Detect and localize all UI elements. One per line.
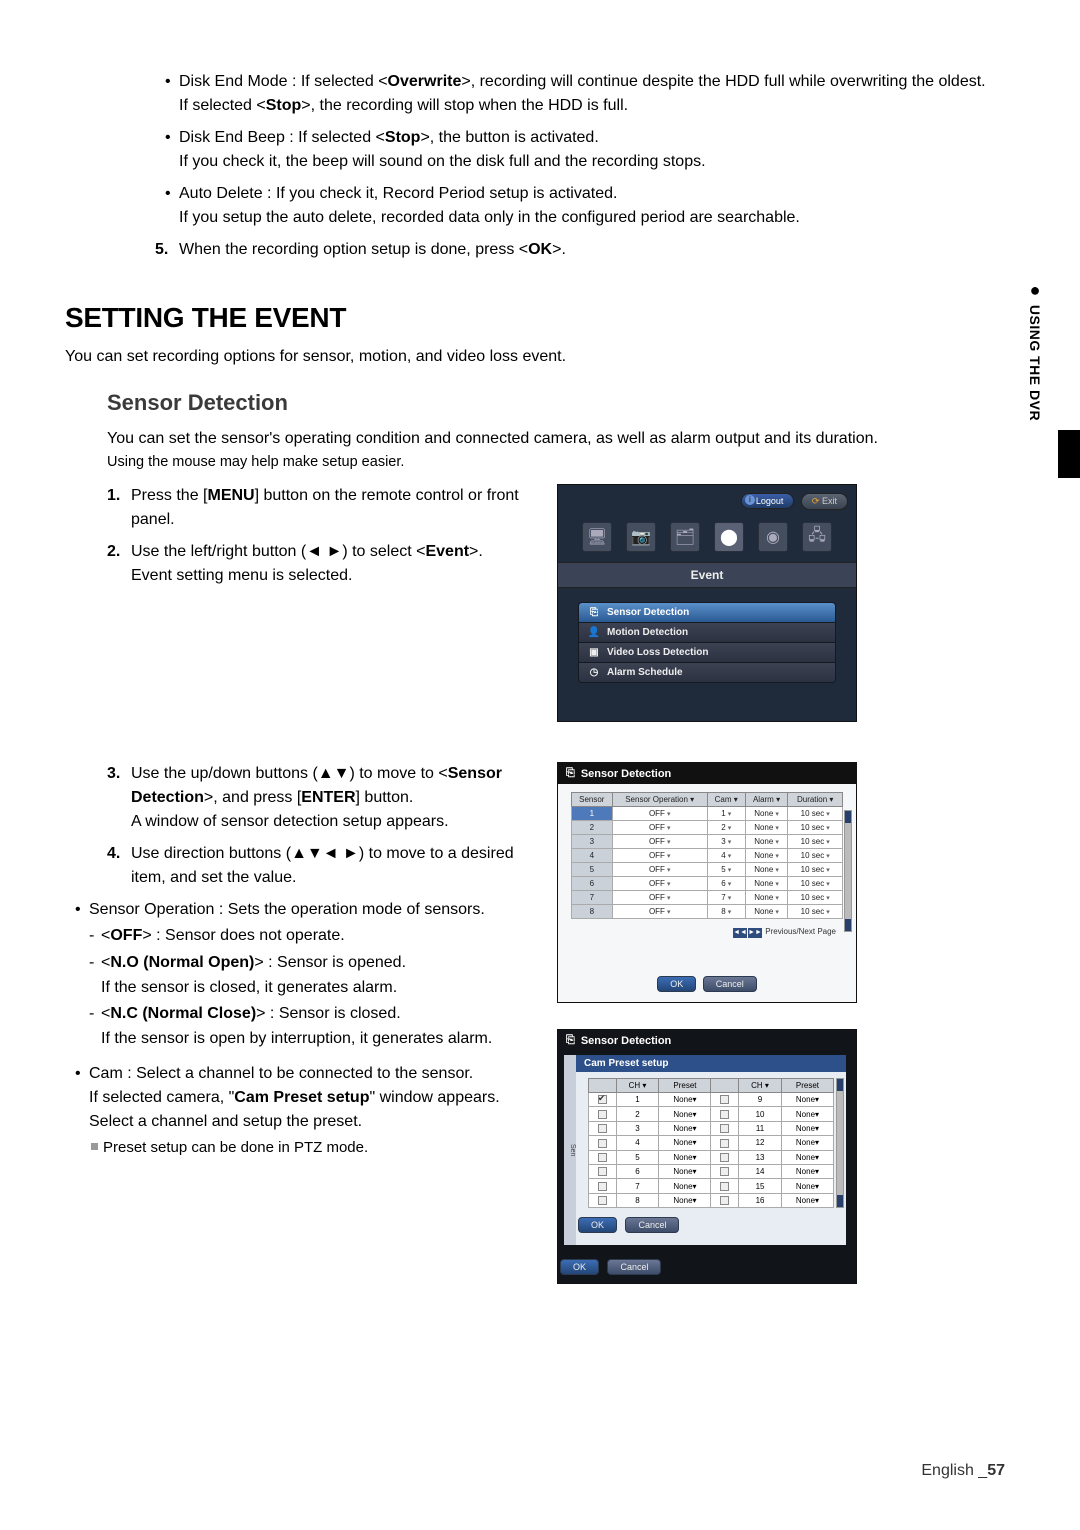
table-row[interactable]: 3None▾11None▾ [589,1121,834,1135]
camera-icon[interactable]: 📷 [626,522,656,552]
thumb-index-marker [1058,430,1080,478]
logout-button[interactable]: iLogout [741,493,795,509]
th-sensor-op[interactable]: Sensor Operation ▾ [612,793,707,807]
figure-cam-preset: ⎘Sensor Detection Sen Cam Preset setup C… [557,1029,857,1284]
step-5: 5. When the recording option setup is do… [155,238,1015,262]
figure-sensor-detection: ⎘Sensor Detection Sensor Sensor Operatio… [557,762,857,1003]
sensor-icon: ⎘ [566,1034,575,1047]
dash-off: <OFF> : Sensor does not operate. [65,924,527,949]
scrollbar[interactable] [836,1078,844,1208]
figure-event-menu: iLogout ⟳ Exit 🖥 📷 🗂 ⬤ ◉ 🖧 Event ⎘Sensor… [557,484,857,722]
mouse-hint: Using the mouse may help make setup easi… [107,454,1015,470]
th-alarm[interactable]: Alarm ▾ [745,793,788,807]
sensor-icon: ⎘ [566,767,575,780]
th-ch[interactable]: CH ▾ [616,1079,659,1093]
square-ptz-note: Preset setup can be done in PTZ mode. [65,1137,527,1160]
th-cam[interactable]: Cam ▾ [707,793,745,807]
dash-no-sub: If the sensor is closed, it generates al… [65,976,527,1001]
menu-motion-detection[interactable]: 👤Motion Detection [579,623,835,643]
outer-cancel-button[interactable]: Cancel [607,1259,661,1275]
table-row[interactable]: 5None▾13None▾ [589,1150,834,1164]
th-ch2[interactable]: CH ▾ [739,1079,782,1093]
table-row[interactable]: 1OFF▾1▾None▾10 sec▾ [572,807,843,821]
table-row[interactable]: 4OFF▾4▾None▾10 sec▾ [572,849,843,863]
table-row[interactable]: 8OFF▾8▾None▾10 sec▾ [572,905,843,919]
scrollbar[interactable] [844,810,852,932]
th-preset2[interactable]: Preset [781,1079,833,1093]
table-row[interactable]: 6None▾14None▾ [589,1164,834,1178]
menu-alarm-schedule[interactable]: ◷Alarm Schedule [579,663,835,682]
table-row[interactable]: 7OFF▾7▾None▾10 sec▾ [572,891,843,905]
bullet-disk-end-beep: Disk End Beep : If selected <Stop>, the … [155,126,1015,174]
side-label: Sen [564,1055,576,1245]
event-title: Event [558,562,856,588]
table-row[interactable]: 6OFF▾6▾None▾10 sec▾ [572,877,843,891]
table-row[interactable]: 4None▾12None▾ [589,1136,834,1150]
page-footer: English _57 [921,1462,1005,1480]
th-duration[interactable]: Duration ▾ [788,793,843,807]
th-sensor[interactable]: Sensor [572,793,613,807]
table-row[interactable]: 8None▾16None▾ [589,1193,834,1207]
bullet-auto-delete: Auto Delete : If you check it, Record Pe… [155,182,1015,230]
th-preset[interactable]: Preset [659,1079,711,1093]
step-1: 1. Press the [MENU] button on the remote… [107,484,527,532]
table-row[interactable]: 1None▾9None▾ [589,1093,834,1107]
step-3: 3. Use the up/down buttons (▲▼) to move … [107,762,527,834]
side-tab: ● USING THE DVR [1024,280,1045,421]
menu-sensor-detection[interactable]: ⎘Sensor Detection [579,603,835,623]
table-row[interactable]: 7None▾15None▾ [589,1179,834,1193]
table-row[interactable]: 2None▾10None▾ [589,1107,834,1121]
ok-button[interactable]: OK [578,1217,617,1233]
dash-no: <N.O (Normal Open)> : Sensor is opened. [65,951,527,976]
network-icon[interactable]: ◉ [758,522,788,552]
controller-icon[interactable]: 🖧 [802,522,832,552]
system-icon[interactable]: 🖥 [582,522,612,552]
ok-button[interactable]: OK [657,976,696,992]
table-row[interactable]: 3OFF▾3▾None▾10 sec▾ [572,835,843,849]
outer-ok-button[interactable]: OK [560,1259,599,1275]
event-icon[interactable]: ⬤ [714,522,744,552]
step-4: 4. Use direction buttons (▲▼◄ ►) to move… [107,842,527,890]
record-icon[interactable]: 🗂 [670,522,700,552]
heading-setting-the-event: SETTING THE EVENT [65,302,1015,334]
step-2: 2. Use the left/right button (◄ ►) to se… [107,540,527,588]
dash-nc-sub: If the sensor is open by interruption, i… [65,1027,527,1052]
menu-video-loss[interactable]: ▣Video Loss Detection [579,643,835,663]
next-page-button[interactable]: ►► [748,928,762,938]
prev-page-button[interactable]: ◄◄ [733,928,747,938]
bullet-disk-end-mode: Disk End Mode : If selected <Overwrite>,… [155,70,1015,118]
sensor-intro: You can set the sensor's operating condi… [107,430,1015,448]
bullet-cam: Cam : Select a channel to be connected t… [65,1062,527,1134]
table-row[interactable]: 2OFF▾2▾None▾10 sec▾ [572,821,843,835]
table-row[interactable]: 5OFF▾5▾None▾10 sec▾ [572,863,843,877]
pager: ◄◄►► Previous/Next Page [558,925,856,942]
cam-preset-title: Cam Preset setup [576,1055,846,1072]
sensor-table: Sensor Sensor Operation ▾ Cam ▾ Alarm ▾ … [571,792,843,919]
heading-sensor-detection: Sensor Detection [107,390,1015,416]
cancel-button[interactable]: Cancel [703,976,757,992]
bullet-sensor-operation: Sensor Operation : Sets the operation mo… [65,898,527,922]
section-intro: You can set recording options for sensor… [65,348,1015,366]
exit-button[interactable]: ⟳ Exit [801,493,848,510]
cam-preset-table: CH ▾ Preset CH ▾ Preset 1None▾9None▾2Non… [588,1078,834,1208]
dash-nc: <N.C (Normal Close)> : Sensor is closed. [65,1002,527,1027]
cancel-button[interactable]: Cancel [625,1217,679,1233]
